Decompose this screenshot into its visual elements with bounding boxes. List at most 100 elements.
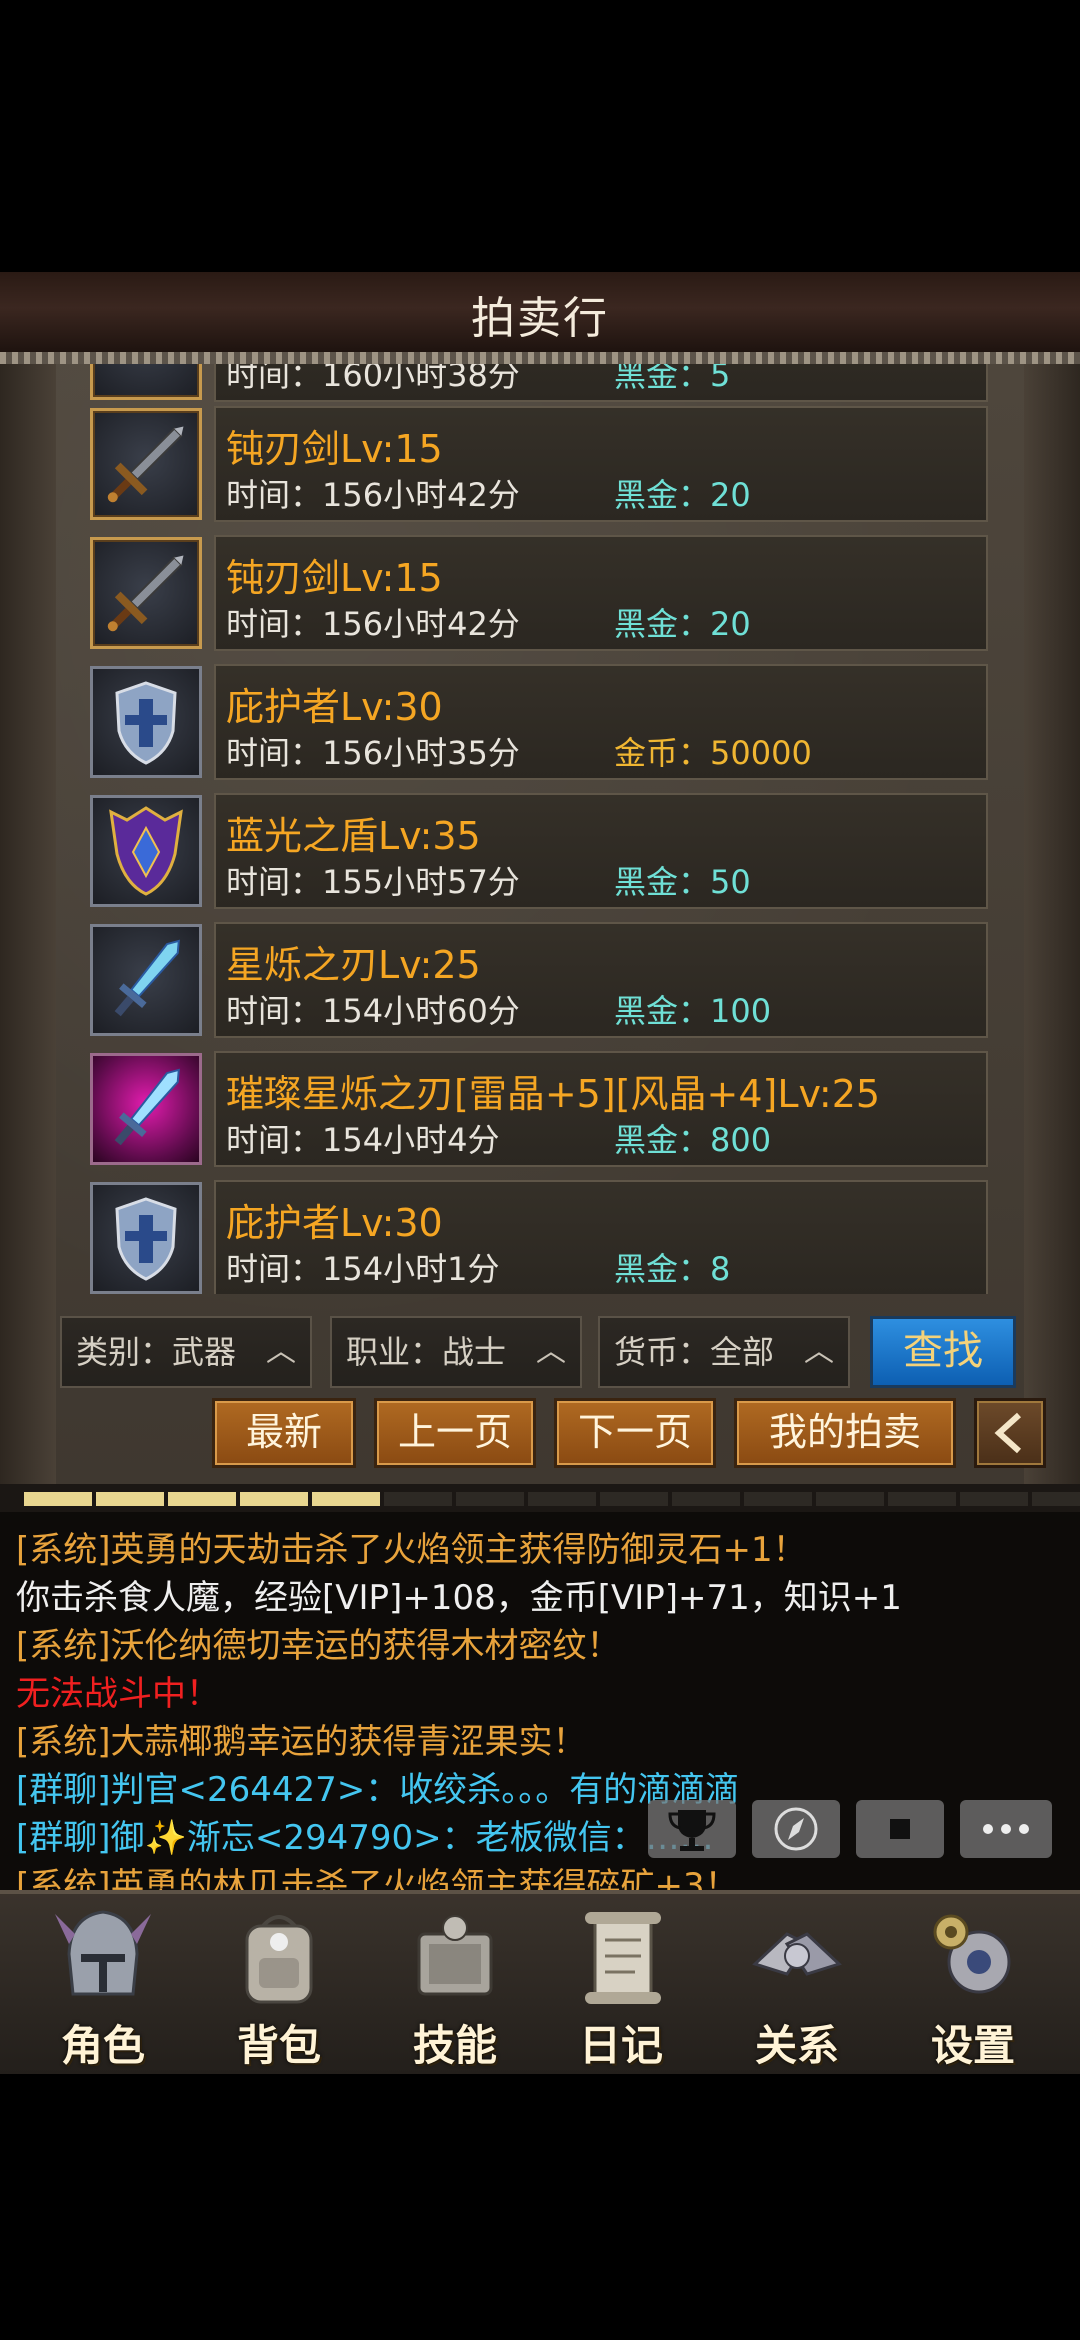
chevron-left-icon <box>994 1412 1022 1454</box>
chat-line: 你击杀食人魔，经验[VIP]+108，金币[VIP]+71，知识+1 <box>16 1578 902 1618</box>
item-name: 蓝光之盾Lv:35 <box>226 814 481 858</box>
xp-segment-filled <box>96 1492 164 1506</box>
list-item-partial[interactable]: 时间：160小时38分 黑金：5 <box>88 364 988 404</box>
latest-button[interactable]: 最新 <box>212 1398 356 1468</box>
xp-segment-empty <box>672 1492 740 1506</box>
menu-label: 关系 <box>754 2021 839 2070</box>
xp-segment-empty <box>744 1492 812 1506</box>
xp-segment-empty <box>456 1492 524 1506</box>
auction-list[interactable]: 时间：160小时38分 黑金：5 钝刃剑Lv:15 时间：156小时42分 黑金… <box>88 364 988 1294</box>
blue-blade-icon <box>90 924 202 1036</box>
chevron-up-icon: ︿ <box>266 1334 296 1369</box>
decorative-rope-divider <box>0 352 1080 364</box>
item-price: 黑金：20 <box>614 605 751 643</box>
menu-item-backpack[interactable]: 背包 <box>204 1904 354 2074</box>
menu-label: 日记 <box>578 2021 663 2070</box>
item-time: 时间：156小时42分 <box>226 476 520 514</box>
helmet-icon <box>55 1910 151 1996</box>
category-filter-label: 类别：武器 <box>76 1333 237 1371</box>
list-item[interactable]: 庇护者Lv:30 时间：156小时35分 金币：50000 <box>88 664 988 782</box>
item-name: 庇护者Lv:30 <box>226 685 443 729</box>
chat-more-button[interactable] <box>960 1800 1052 1858</box>
chevron-up-icon: ︿ <box>804 1334 834 1369</box>
item-info: 钝刃剑Lv:15 时间：156小时42分 黑金：20 <box>214 406 988 522</box>
item-price: 黑金：800 <box>614 1121 772 1159</box>
skill-book-icon <box>417 1915 493 1996</box>
item-info: 庇护者Lv:30 时间：154小时1分 黑金：8 <box>214 1180 988 1294</box>
xp-segment-filled <box>240 1492 308 1506</box>
item-price: 黑金：50 <box>614 863 751 901</box>
blue-blade-icon <box>90 1053 202 1165</box>
item-info: 时间：160小时38分 黑金：5 <box>214 364 988 402</box>
category-filter[interactable]: 类别：武器 ︿ <box>60 1316 312 1388</box>
chat-line: [系统]大蒜椰鹅幸运的获得青涩果实！ <box>16 1722 587 1762</box>
xp-segment-empty <box>888 1492 956 1506</box>
item-time: 时间：156小时35分 <box>226 734 520 772</box>
page-title: 拍卖行 <box>471 293 609 344</box>
list-item[interactable]: 钝刃剑Lv:15 时间：156小时42分 黑金：20 <box>88 406 988 524</box>
currency-filter[interactable]: 货币：全部 ︿ <box>598 1316 850 1388</box>
stop-icon <box>890 1819 910 1839</box>
chat-line: [群聊]御✨渐忘<294790>：老板微信：…… <box>16 1818 714 1858</box>
backpack-icon <box>245 1915 313 2004</box>
item-icon-frame <box>90 364 202 400</box>
collapse-button[interactable] <box>974 1398 1046 1468</box>
sword-icon <box>90 537 202 649</box>
chat-line: [群聊]判官<264427>：收绞杀。。。有的滴滴滴 <box>16 1770 740 1810</box>
chat-bubble-icon <box>983 1824 1029 1834</box>
trophy-button[interactable] <box>648 1800 736 1858</box>
item-info: 庇护者Lv:30 时间：156小时35分 金币：50000 <box>214 664 988 780</box>
menu-item-relations[interactable]: 关系 <box>722 1904 872 2074</box>
menu-item-character[interactable]: 角色 <box>28 1904 178 2074</box>
shield-icon <box>90 1182 202 1294</box>
list-item[interactable]: 庇护者Lv:30 时间：154小时1分 黑金：8 <box>88 1180 988 1294</box>
xp-segment-empty <box>528 1492 596 1506</box>
item-price: 黑金：8 <box>614 1250 731 1288</box>
menu-label: 技能 <box>412 2021 497 2070</box>
item-info: 星烁之刃Lv:25 时间：154小时60分 黑金：100 <box>214 922 988 1038</box>
menu-item-diary[interactable]: 日记 <box>546 1904 696 2074</box>
trophy-icon <box>668 1810 716 1851</box>
panel-right-border <box>1024 364 1080 1484</box>
gear-icon <box>933 1914 1011 1994</box>
compass-icon <box>774 1807 818 1851</box>
panel-left-border <box>0 364 56 1484</box>
list-item[interactable]: 璀璨星烁之刃[雷晶+5][风晶+4]Lv:25 时间：154小时4分 黑金：80… <box>88 1051 988 1169</box>
menu-label: 角色 <box>60 2021 145 2070</box>
chat-line: [系统]沃伦纳德切幸运的获得木材密纹！ <box>16 1626 621 1666</box>
item-time: 时间：154小时4分 <box>226 1121 500 1159</box>
item-time: 时间：154小时1分 <box>226 1250 500 1288</box>
item-time: 时间：156小时42分 <box>226 605 520 643</box>
item-info: 璀璨星烁之刃[雷晶+5][风晶+4]Lv:25 时间：154小时4分 黑金：80… <box>214 1051 988 1167</box>
stop-button[interactable] <box>856 1800 944 1858</box>
menu-item-skills[interactable]: 技能 <box>380 1904 530 2074</box>
shield-icon <box>90 666 202 778</box>
chevron-up-icon: ︿ <box>536 1334 566 1369</box>
item-price: 金币：50000 <box>614 734 812 772</box>
item-name: 星烁之刃Lv:25 <box>226 943 481 987</box>
chat-line: [系统]英勇的林贝击杀了火焰领主获得碎矿+3！ <box>16 1866 739 1890</box>
class-filter[interactable]: 职业：战士 ︿ <box>330 1316 582 1388</box>
list-item[interactable]: 蓝光之盾Lv:35 时间：155小时57分 黑金：50 <box>88 793 988 911</box>
item-name: 庇护者Lv:30 <box>226 1201 443 1245</box>
currency-filter-label: 货币：全部 <box>614 1333 775 1371</box>
chat-line: [系统]英勇的天劫击杀了火焰领主获得防御灵石+1！ <box>16 1530 807 1570</box>
item-name: 璀璨星烁之刃[雷晶+5][风晶+4]Lv:25 <box>226 1072 881 1116</box>
handshake-icon <box>752 1932 842 1976</box>
item-time: 时间：160小时38分 <box>226 364 520 394</box>
next-page-button[interactable]: 下一页 <box>554 1398 716 1468</box>
list-item[interactable]: 星烁之刃Lv:25 时间：154小时60分 黑金：100 <box>88 922 988 1040</box>
xp-segment-empty <box>960 1492 1028 1506</box>
class-filter-label: 职业：战士 <box>346 1333 507 1371</box>
item-info: 蓝光之盾Lv:35 时间：155小时57分 黑金：50 <box>214 793 988 909</box>
menu-item-settings[interactable]: 设置 <box>898 1904 1048 2074</box>
list-item[interactable]: 钝刃剑Lv:15 时间：156小时42分 黑金：20 <box>88 535 988 653</box>
search-button[interactable]: 查找 <box>870 1316 1016 1388</box>
menu-label: 背包 <box>236 2021 321 2070</box>
xp-segment-filled <box>312 1492 380 1506</box>
item-time: 时间：155小时57分 <box>226 863 520 901</box>
xp-segment-empty <box>384 1492 452 1506</box>
my-auctions-button[interactable]: 我的拍卖 <box>734 1398 956 1468</box>
compass-button[interactable] <box>752 1800 840 1858</box>
prev-page-button[interactable]: 上一页 <box>374 1398 536 1468</box>
